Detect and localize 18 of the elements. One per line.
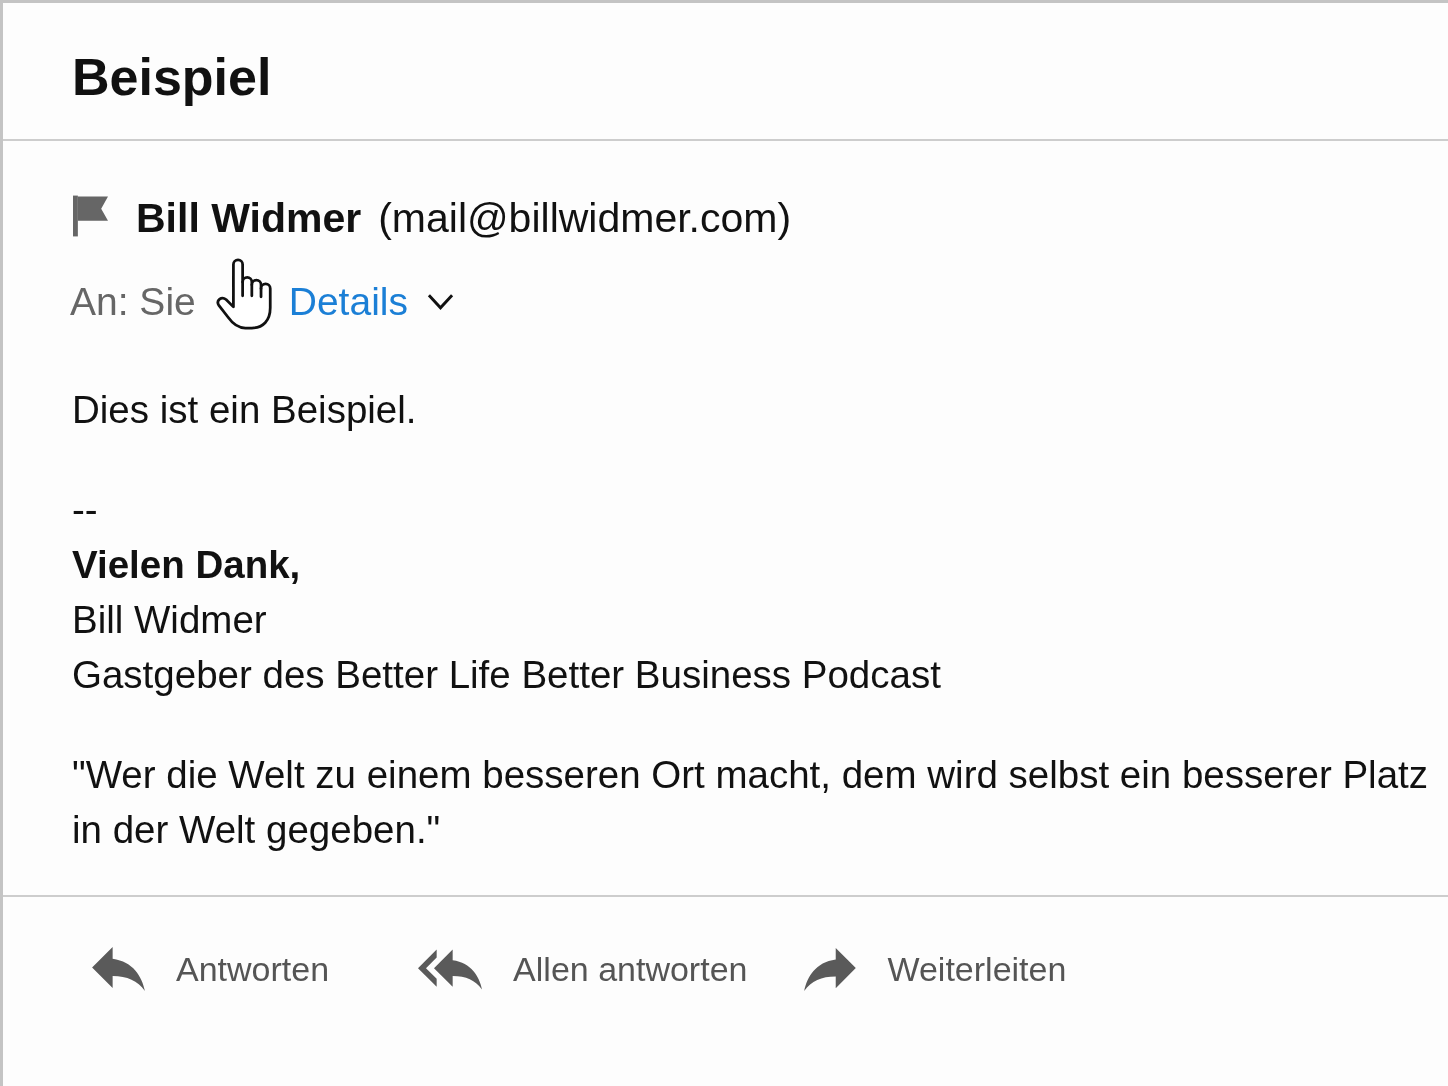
reply-arrow-icon [92, 947, 145, 991]
message-text: Gastgeber des Better Life Better Business Podcast [72, 652, 942, 698]
message-text: Bill Widmer [72, 597, 268, 643]
forward-button[interactable]: Weiterleiten [784, 939, 1087, 999]
reply-button[interactable]: Antworten [72, 939, 350, 999]
forward-arrow-icon [804, 947, 857, 991]
recipients-text: An: Sie [70, 279, 196, 325]
reply-all-button[interactable]: Allen antworten [398, 939, 768, 999]
sender-email: (mail@billwidmer.com) [378, 194, 792, 243]
message-text: "Wer die Welt zu einem besseren Ort macht, dem wird selbst ein besserer Platz in der Welt gegeben." [72, 752, 1429, 853]
sender-name: Bill Widmer [136, 194, 362, 243]
details-link[interactable]: Details [288, 274, 454, 329]
message-text: -- [72, 487, 99, 533]
hand-cursor-icon [215, 256, 273, 332]
double-reply-arrow-icon [418, 948, 483, 990]
flag-icon [73, 194, 108, 237]
message-text: Vielen Dank, [72, 542, 302, 588]
message-text: Dies ist ein Beispiel. [72, 387, 418, 433]
